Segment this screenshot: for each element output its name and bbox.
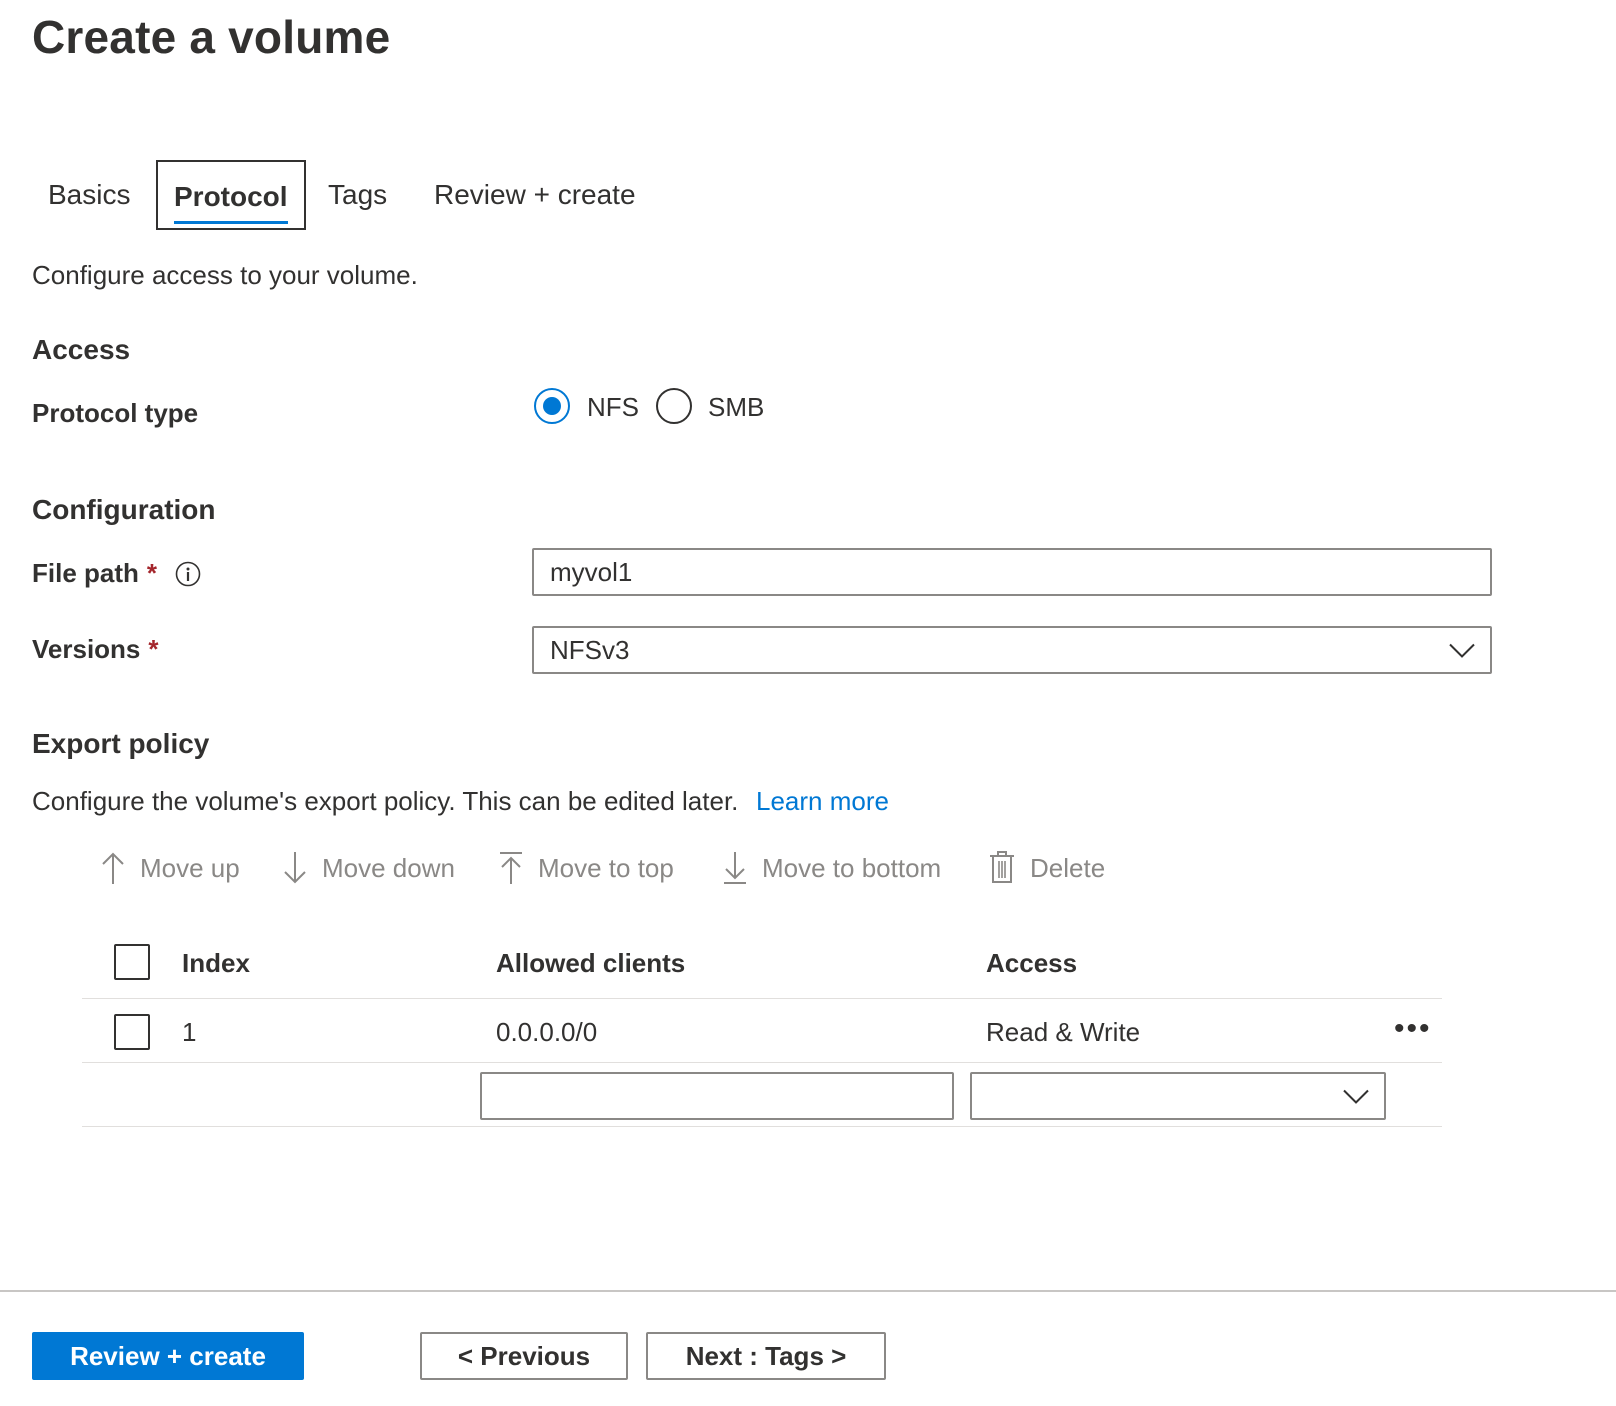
radio-nfs-label[interactable]: NFS	[587, 392, 639, 423]
tab-protocol[interactable]: Protocol	[156, 160, 306, 230]
header-divider	[82, 998, 1442, 999]
column-header-index[interactable]: Index	[182, 948, 250, 979]
protocol-type-label: Protocol type	[32, 398, 199, 428]
required-marker: *	[148, 634, 159, 664]
move-to-top-label: Move to top	[538, 852, 674, 883]
row-checkbox[interactable]	[114, 1014, 150, 1050]
versions-dropdown[interactable]: NFSv3	[532, 626, 1492, 674]
configuration-heading: Configuration	[32, 494, 216, 525]
new-access-dropdown[interactable]	[970, 1072, 1386, 1120]
select-all-checkbox[interactable]	[114, 944, 150, 980]
row-divider	[82, 1062, 1442, 1063]
info-icon[interactable]	[175, 561, 201, 587]
previous-button[interactable]: < Previous	[420, 1332, 628, 1380]
versions-label-row: Versions *	[32, 634, 159, 665]
export-policy-description: Configure the volume's export policy. Th…	[32, 786, 739, 816]
access-heading: Access	[32, 334, 131, 365]
arrow-to-top-icon	[500, 852, 522, 884]
file-path-label-row: File path *	[32, 558, 201, 589]
chevron-down-icon	[1448, 635, 1476, 666]
required-marker: *	[146, 558, 158, 588]
radio-smb-label[interactable]: SMB	[708, 392, 764, 423]
new-allowed-clients-input[interactable]	[480, 1072, 954, 1120]
export-policy-heading: Export policy	[32, 728, 210, 759]
delete-button[interactable]: Delete	[988, 848, 1105, 888]
arrow-down-icon	[284, 852, 306, 884]
move-down-button[interactable]: Move down	[282, 848, 455, 888]
move-to-bottom-label: Move to bottom	[762, 852, 942, 883]
tab-review-create[interactable]: Review + create	[434, 160, 636, 230]
move-up-label: Move up	[140, 852, 240, 883]
move-down-label: Move down	[322, 852, 455, 883]
arrow-up-icon	[102, 852, 124, 884]
tab-active-indicator	[174, 221, 288, 224]
radio-nfs[interactable]	[534, 388, 570, 424]
move-to-top-button[interactable]: Move to top	[498, 848, 674, 888]
file-path-value: myvol1	[550, 556, 633, 587]
page-title: Create a volume	[32, 11, 391, 63]
column-header-access[interactable]: Access	[986, 948, 1077, 979]
next-tags-button[interactable]: Next : Tags >	[646, 1332, 886, 1380]
intro-text: Configure access to your volume.	[32, 260, 418, 290]
row-more-actions-icon[interactable]: •••	[1394, 1012, 1432, 1046]
versions-label: Versions	[32, 634, 141, 664]
tab-basics[interactable]: Basics	[48, 160, 130, 230]
footer-divider	[0, 1290, 1616, 1292]
chevron-down-icon	[1342, 1081, 1370, 1112]
delete-label: Delete	[1030, 852, 1106, 883]
tab-protocol-label: Protocol	[174, 181, 288, 212]
file-path-input[interactable]: myvol1	[532, 548, 1492, 596]
tab-tags[interactable]: Tags	[328, 160, 387, 230]
row-access: Read & Write	[986, 1017, 1141, 1047]
review-create-button[interactable]: Review + create	[32, 1332, 304, 1380]
column-header-allowed-clients[interactable]: Allowed clients	[496, 948, 685, 979]
learn-more-link[interactable]: Learn more	[756, 786, 889, 817]
new-row-divider	[82, 1126, 1442, 1127]
trash-icon	[990, 851, 1014, 883]
radio-smb[interactable]	[656, 388, 692, 424]
row-allowed-clients: 0.0.0.0/0	[496, 1017, 598, 1047]
arrow-to-bottom-icon	[724, 852, 746, 884]
move-up-button[interactable]: Move up	[100, 848, 240, 888]
move-to-bottom-button[interactable]: Move to bottom	[722, 848, 941, 888]
row-index: 1	[182, 1017, 197, 1047]
versions-value: NFSv3	[550, 634, 630, 665]
file-path-label: File path	[32, 558, 139, 588]
